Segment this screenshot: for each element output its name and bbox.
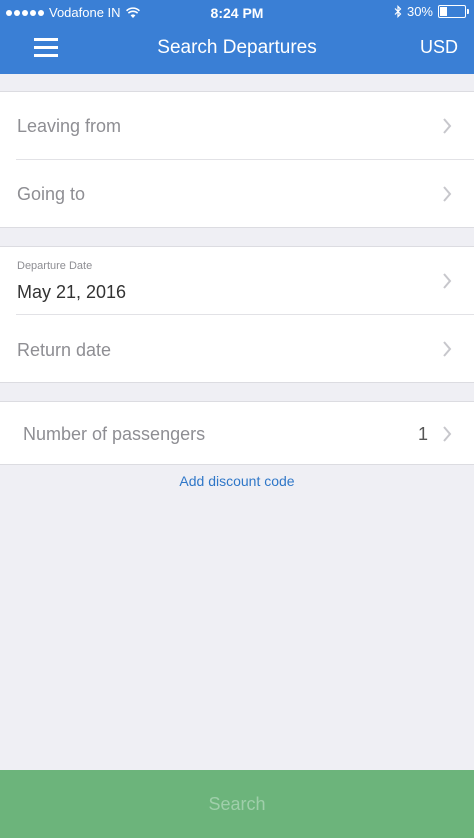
leaving-from-label: Leaving from	[17, 116, 122, 136]
chevron-right-icon	[443, 273, 452, 289]
departure-date-row[interactable]: Departure Date May 21, 2016	[0, 247, 474, 315]
going-to-label: Going to	[17, 184, 86, 204]
return-date-label: Return date	[17, 340, 112, 360]
leaving-from-row[interactable]: Leaving from	[0, 92, 474, 160]
passenger-count: 1	[417, 424, 428, 444]
bluetooth-icon	[394, 5, 402, 18]
top-bar: Vodafone IN 8:24 PM 30% Search Departure…	[0, 0, 474, 74]
passengers-label: Number of passengers	[23, 424, 206, 444]
battery-percent: 30%	[406, 4, 433, 19]
status-bar: Vodafone IN 8:24 PM 30%	[0, 0, 474, 24]
currency-button[interactable]: USD	[420, 37, 458, 58]
chevron-right-icon	[443, 186, 452, 202]
passengers-row[interactable]: Number of passengers 1	[0, 402, 474, 464]
dates-section: Departure Date May 21, 2016 Return date	[0, 246, 474, 383]
return-date-row[interactable]: Return date	[0, 315, 474, 382]
going-to-row[interactable]: Going to	[0, 160, 474, 227]
status-right: 30%	[394, 4, 469, 19]
departure-date-value: May 21, 2016	[17, 282, 127, 302]
route-section: Leaving from Going to	[0, 91, 474, 228]
passengers-section: Number of passengers 1	[0, 401, 474, 465]
app-screen: Vodafone IN 8:24 PM 30% Search Departure…	[0, 0, 474, 838]
chevron-right-icon	[443, 118, 452, 134]
departure-date-label: Departure Date	[17, 260, 93, 272]
page-title: Search Departures	[157, 37, 317, 58]
search-button[interactable]: Search	[0, 770, 474, 838]
navigation-bar: Search Departures USD	[0, 24, 474, 74]
chevron-right-icon	[443, 341, 452, 357]
battery-icon	[438, 5, 469, 18]
add-discount-code-link[interactable]: Add discount code	[0, 473, 474, 489]
chevron-right-icon	[443, 426, 452, 442]
battery-level	[440, 7, 447, 16]
